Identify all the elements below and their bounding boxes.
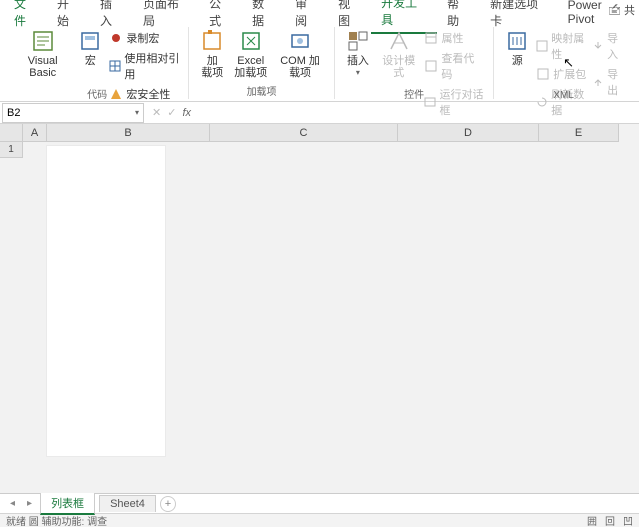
col-header-b[interactable]: B [47, 124, 210, 142]
run-dialog-button[interactable]: 运行对话框 [422, 85, 487, 119]
col-header-d[interactable]: D [398, 124, 539, 142]
col-header-c[interactable]: C [210, 124, 398, 142]
group-label-xml: XML [553, 89, 574, 102]
group-label-controls: 控件 [404, 89, 424, 102]
view-pagebreak-icon[interactable]: 凹 [623, 513, 633, 528]
properties-icon [424, 31, 438, 45]
visual-basic-button[interactable]: Visual Basic [12, 27, 73, 81]
refresh-icon [536, 95, 548, 109]
excel-addins-button[interactable]: Excel 加载项 [229, 27, 272, 81]
record-icon [109, 31, 123, 45]
nav-prev-icon[interactable]: ◂ [6, 498, 19, 509]
row-header-1[interactable]: 1 [0, 142, 23, 158]
status-bar: 就绪 圆 辅助功能: 调查 囲 回 凹 [0, 513, 639, 527]
warning-icon [109, 87, 123, 101]
design-mode-icon [387, 29, 411, 53]
source-button[interactable]: 源 [500, 27, 534, 69]
sheet-tab-active[interactable]: 列表框 [40, 492, 95, 515]
addins-button[interactable]: 加 载项 [195, 27, 229, 81]
chevron-down-icon[interactable]: ▾ [135, 108, 139, 117]
sheet-tab-sheet4[interactable]: Sheet4 [99, 495, 156, 512]
excel-addins-icon [239, 29, 263, 53]
group-label-code: 代码 [87, 89, 107, 102]
group-label-addins: 加载项 [247, 86, 277, 99]
view-code-icon [424, 59, 438, 73]
cell-canvas[interactable] [23, 142, 639, 493]
source-icon [505, 29, 529, 53]
col-header-a[interactable]: A [23, 124, 47, 142]
macro-security-button[interactable]: 宏安全性 [107, 85, 182, 103]
map-icon [536, 39, 548, 53]
row-headers: 1 [0, 142, 23, 158]
column-headers: A B C D E [23, 124, 619, 142]
insert-control-button[interactable]: 插入▾ [341, 27, 375, 81]
name-box[interactable]: B2 ▾ [2, 103, 144, 123]
expand-icon [536, 67, 550, 81]
status-text: 就绪 圆 辅助功能: 调查 [6, 513, 107, 528]
properties-button[interactable]: 属性 [422, 29, 487, 47]
insert-control-icon [346, 29, 370, 53]
chevron-down-icon: ▾ [356, 67, 360, 79]
macro-icon [78, 29, 102, 53]
visual-basic-icon [31, 29, 55, 53]
com-addins-button[interactable]: COM 加载项 [272, 27, 328, 81]
com-addins-icon [288, 29, 312, 53]
ribbon: Visual Basic 宏 录制宏 使用相对引用 宏安全性 代码 加 载项 E… [0, 24, 639, 102]
design-mode-button[interactable]: 设计模式 [375, 27, 423, 81]
col-header-e[interactable]: E [539, 124, 619, 142]
macro-button[interactable]: 宏 [73, 27, 107, 69]
fx-icon[interactable]: fx [182, 107, 191, 119]
relative-ref-button[interactable]: 使用相对引用 [107, 49, 182, 83]
group-controls: 插入▾ 设计模式 属性 查看代码 运行对话框 控件 [335, 27, 494, 99]
run-dialog-icon [424, 95, 436, 109]
import-icon [592, 39, 604, 53]
view-pagelayout-icon[interactable]: 回 [605, 513, 615, 528]
grid-icon [109, 59, 121, 73]
group-code: Visual Basic 宏 录制宏 使用相对引用 宏安全性 代码 [6, 27, 189, 99]
select-all-corner[interactable] [0, 124, 23, 142]
group-addins: 加 载项 Excel 加载项 COM 加载项 加载项 [189, 27, 335, 99]
tab-bar: 文件 开始 插入 页面布局 公式 数据 审阅 视图 开发工具 帮助 新建选项卡 … [0, 0, 639, 24]
export-button[interactable]: 导出 [590, 65, 627, 99]
cursor-icon: ↖ [563, 55, 574, 71]
share-button[interactable]: 🖆 共 [608, 2, 635, 21]
sheet-tab-bar: ◂ ▸ 列表框 Sheet4 + [0, 493, 639, 513]
import-button[interactable]: 导入 [590, 29, 627, 63]
white-shape[interactable] [47, 146, 165, 456]
view-normal-icon[interactable]: 囲 [587, 513, 597, 528]
export-icon [592, 75, 604, 89]
view-code-button[interactable]: 查看代码 [422, 49, 487, 83]
nav-next-icon[interactable]: ▸ [23, 498, 36, 509]
addins-icon [200, 29, 224, 53]
new-sheet-button[interactable]: + [160, 496, 176, 512]
record-macro-button[interactable]: 录制宏 [107, 29, 182, 47]
cancel-icon: ✕ [152, 106, 161, 119]
check-icon: ✓ [167, 106, 176, 119]
worksheet-grid[interactable]: A B C D E 1 [0, 124, 639, 493]
